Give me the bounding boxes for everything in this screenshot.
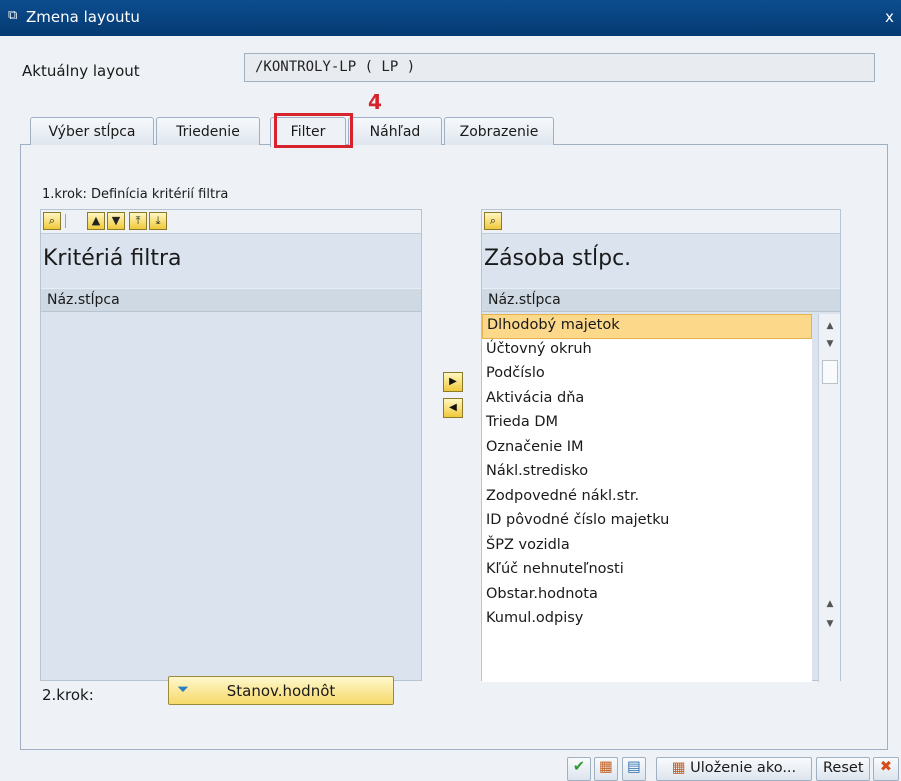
filter-criteria-title: Kritériá filtra (43, 246, 182, 271)
set-values-label: Stanov.hodnôt (226, 682, 336, 700)
save-as-button[interactable]: ▦ Uloženie ako... (656, 757, 812, 781)
scroll-thumb[interactable] (822, 360, 838, 384)
filter-criteria-panel: ⌕ ▲ ▼ ⤒ ⤓ Kritériá filtra Náz.stĺpca (40, 209, 422, 681)
list-item[interactable]: Trieda DM (482, 412, 812, 437)
confirm-icon[interactable]: ✔ (567, 757, 591, 781)
toolbar-separator (65, 214, 66, 228)
current-layout-field: /KONTROLY-LP ( LP ) (244, 53, 875, 82)
save-as-icon: ▦ (671, 760, 691, 776)
save-as-label: Uloženie ako... (690, 760, 797, 776)
step1-label: 1.krok: Definícia kritérií filtra (42, 187, 229, 202)
scroll-down-icon[interactable]: ▼ (822, 336, 838, 352)
available-columns-column-header[interactable]: Náz.stĺpca (482, 288, 840, 312)
arrow-down-icon[interactable]: ▼ (107, 212, 125, 230)
filter-funnel-icon: ⏷ (177, 680, 190, 698)
annotation-step-number: 4 (368, 90, 382, 114)
list-item[interactable]: Dlhodobý majetok (482, 314, 812, 339)
reset-button[interactable]: Reset (816, 757, 870, 781)
available-columns-list[interactable]: Dlhodobý majetok Účtovný okruh Podčíslo … (482, 314, 812, 682)
annotation-highlight-box (274, 113, 353, 148)
list-item[interactable]: Označenie IM (482, 437, 812, 462)
tab-preview[interactable]: Náhľad (348, 117, 442, 145)
layout-grid-icon[interactable]: ▦ (594, 757, 618, 781)
tab-display[interactable]: Zobrazenie (444, 117, 554, 145)
available-columns-toolbar: ⌕ (482, 210, 840, 234)
scroll-up-icon[interactable]: ▲ (822, 318, 838, 334)
list-item[interactable]: ŠPZ vozidla (482, 535, 812, 560)
arrow-bottom-icon[interactable]: ⤓ (149, 212, 167, 230)
scroll-down-icon[interactable]: ▼ (822, 616, 838, 632)
arrow-up-icon[interactable]: ▲ (87, 212, 105, 230)
move-left-button[interactable]: ◀ (443, 398, 463, 418)
list-item[interactable]: Kumul.odpisy (482, 608, 812, 633)
filter-criteria-toolbar: ⌕ ▲ ▼ ⤒ ⤓ (41, 210, 421, 234)
list-item[interactable]: Aktivácia dňa (482, 388, 812, 413)
list-item[interactable]: Nákl.stredisko (482, 461, 812, 486)
cancel-icon[interactable]: ✖ (873, 757, 899, 781)
filter-criteria-column-header[interactable]: Náz.stĺpca (41, 288, 421, 312)
tab-column-selection[interactable]: Výber stĺpca (30, 117, 154, 145)
arrow-top-icon[interactable]: ⤒ (129, 212, 147, 230)
binoculars-icon[interactable]: ⌕ (484, 212, 502, 230)
list-scrollbar[interactable]: ▲ ▼ ▲ ▼ (818, 314, 840, 682)
available-columns-panel: ⌕ Zásoba stĺpc. Náz.stĺpca Dlhodobý maje… (481, 209, 841, 682)
list-item[interactable]: Kľúč nehnuteľnosti (482, 559, 812, 584)
list-item[interactable]: Podčíslo (482, 363, 812, 388)
list-item[interactable]: Zodpovedné nákl.str. (482, 486, 812, 511)
tab-sorting[interactable]: Triedenie (156, 117, 260, 145)
window-icon: ⧉ (8, 8, 18, 23)
available-columns-title: Zásoba stĺpc. (484, 246, 632, 271)
binoculars-icon[interactable]: ⌕ (43, 212, 61, 230)
move-right-button[interactable]: ▶ (443, 372, 463, 392)
list-item[interactable]: ID pôvodné číslo majetku (482, 510, 812, 535)
list-item[interactable]: Účtovný okruh (482, 339, 812, 364)
title-bar: ⧉ Zmena layoutu x (0, 0, 901, 36)
set-values-button[interactable]: ⏷ Stanov.hodnôt (168, 676, 394, 705)
window-title: Zmena layoutu (26, 8, 140, 26)
step2-label: 2.krok: (42, 686, 94, 704)
scroll-up-icon[interactable]: ▲ (822, 596, 838, 612)
current-layout-label: Aktuálny layout (22, 62, 140, 80)
save-layout-icon[interactable]: ▤ (622, 757, 646, 781)
close-icon[interactable]: x (885, 8, 901, 28)
list-item[interactable]: Obstar.hodnota (482, 584, 812, 609)
